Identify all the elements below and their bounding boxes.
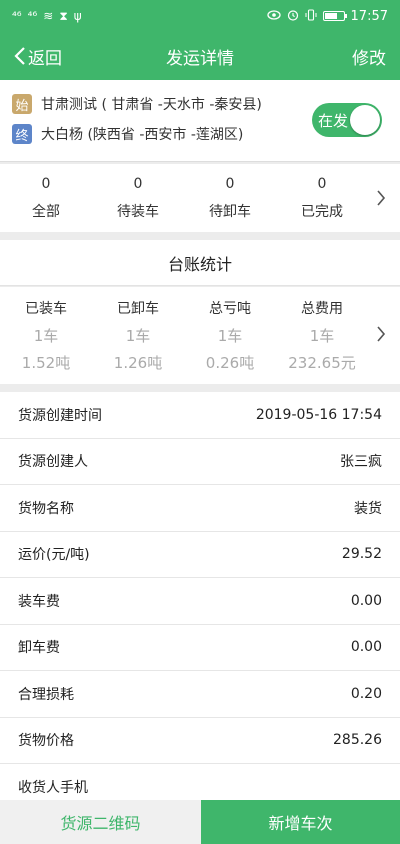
count-pending-load[interactable]: 0 待装车	[92, 164, 184, 232]
route-end: 终 大白杨 (陕西省 -西安市 -莲湖区)	[12, 124, 243, 144]
ledger-count: 1车	[309, 327, 335, 345]
detail-label: 合理损耗	[18, 686, 74, 703]
back-button[interactable]: 返回	[14, 32, 62, 80]
ledger-amount: 1.26吨	[113, 354, 163, 372]
detail-label: 运价(元/吨)	[18, 547, 90, 564]
detail-label: 货物名称	[18, 500, 74, 517]
chevron-right-icon[interactable]	[376, 189, 386, 207]
ledger-label: 总费用	[301, 301, 343, 317]
count-pending-unload[interactable]: 0 待卸车	[184, 164, 276, 232]
detail-row-loading-fee: 装车费 0.00	[0, 578, 400, 625]
toggle-knob	[350, 105, 380, 135]
battery-level	[324, 13, 338, 19]
eye-icon	[266, 9, 281, 23]
detail-row-reasonable-loss: 合理损耗 0.20	[0, 671, 400, 718]
ledger-total-loss: 总亏吨 1车 0.26吨	[184, 287, 276, 384]
count-number: 0	[317, 176, 327, 192]
detail-value: 0.20	[350, 685, 382, 702]
detail-label: 卸车费	[18, 640, 60, 657]
ledger-label: 已卸车	[117, 301, 159, 317]
add-trip-button[interactable]: 新增车次	[201, 800, 400, 844]
route-card: 始 甘肃测试 ( 甘肃省 -天水市 -秦安县) 终 大白杨 (陕西省 -西安市 …	[0, 80, 400, 162]
detail-row-unloading-fee: 卸车费 0.00	[0, 625, 400, 671]
signal-icon: ⁴⁶	[12, 9, 22, 23]
detail-label: 装车费	[18, 593, 60, 610]
bottom-action-bar: 货源二维码 新增车次	[0, 800, 400, 844]
detail-row-goods-name: 货物名称 装货	[0, 485, 400, 532]
alarm-icon	[287, 9, 299, 24]
ledger-count: 1车	[217, 327, 243, 345]
detail-value: 装货	[354, 500, 382, 517]
detail-label: 货源创建人	[18, 454, 88, 471]
detail-value: 0.00	[350, 592, 382, 609]
ledger-count: 1车	[33, 327, 59, 345]
count-label: 待卸车	[209, 204, 251, 220]
count-number: 0	[225, 176, 235, 192]
edit-button[interactable]: 修改	[352, 32, 386, 80]
start-location: 甘肃测试 ( 甘肃省 -天水市 -秦安县)	[41, 97, 262, 113]
status-bar: ⁴⁶ ⁴⁶ ≋ ⧗ ψ 17:57	[0, 0, 400, 32]
count-number: 0	[41, 176, 51, 192]
detail-value: 0.00	[350, 639, 382, 656]
wifi-icon: ≋	[43, 9, 54, 23]
ledger-unloaded: 已卸车 1车 1.26吨	[92, 287, 184, 384]
detail-value: 2019-05-16 17:54	[255, 406, 382, 423]
detail-value: 29.52	[341, 546, 382, 563]
detail-list: 货源创建时间 2019-05-16 17:54 货源创建人 张三疯 货物名称 装…	[0, 392, 400, 800]
status-bar-left: ⁴⁶ ⁴⁶ ≋ ⧗ ψ	[12, 9, 82, 24]
count-completed[interactable]: 0 已完成	[276, 164, 368, 232]
detail-label: 收货人手机	[18, 779, 88, 796]
source-qr-code-button[interactable]: 货源二维码	[0, 800, 201, 844]
ledger-label: 已装车	[25, 301, 67, 317]
status-bar-right: 17:57	[266, 8, 388, 24]
end-badge: 终	[12, 124, 32, 144]
status-counts: 0 全部 0 待装车 0 待卸车 0 已完成	[0, 164, 400, 232]
ledger-amount: 232.65元	[288, 354, 356, 372]
detail-value: 285.26	[333, 732, 382, 749]
in-transit-toggle[interactable]: 在发	[312, 103, 382, 137]
count-label: 已完成	[301, 204, 343, 220]
detail-label: 货物价格	[18, 733, 74, 750]
detail-value: 张三疯	[340, 454, 382, 471]
back-label: 返回	[28, 48, 62, 69]
ledger-amount: 0.26吨	[205, 354, 255, 372]
detail-row-creator: 货源创建人 张三疯	[0, 439, 400, 485]
signal-icon-2: ⁴⁶	[27, 9, 38, 23]
vibrate-icon	[305, 8, 317, 24]
detail-row-receiver-phone: 收货人手机	[0, 764, 400, 800]
status-time: 17:57	[350, 8, 388, 24]
app-header: 返回 发运详情 修改	[0, 32, 400, 80]
count-all[interactable]: 0 全部	[0, 164, 92, 232]
count-number: 0	[133, 176, 143, 192]
route-start: 始 甘肃测试 ( 甘肃省 -天水市 -秦安县)	[12, 94, 262, 114]
start-badge: 始	[12, 94, 32, 114]
detail-row-created-time: 货源创建时间 2019-05-16 17:54	[0, 392, 400, 439]
ledger-stats: 已装车 1车 1.52吨 已卸车 1车 1.26吨 总亏吨 1车 0.26吨 总…	[0, 287, 400, 384]
detail-row-freight-rate: 运价(元/吨) 29.52	[0, 532, 400, 578]
detail-row-goods-price: 货物价格 285.26	[0, 718, 400, 764]
ledger-label: 总亏吨	[209, 301, 251, 317]
count-label: 待装车	[117, 204, 159, 220]
page-title: 发运详情	[166, 48, 234, 69]
usb-icon: ψ	[73, 9, 82, 23]
ledger-count: 1车	[125, 327, 151, 345]
toggle-label: 在发	[318, 111, 349, 130]
ledger-amount: 1.52吨	[21, 354, 71, 372]
chevron-left-icon	[14, 47, 25, 65]
ledger-total-cost: 总费用 1车 232.65元	[276, 287, 368, 384]
ledger-title: 台账统计	[0, 240, 400, 286]
end-location: 大白杨 (陕西省 -西安市 -莲湖区)	[41, 127, 244, 143]
hourglass-icon: ⧗	[59, 8, 68, 23]
ledger-loaded: 已装车 1车 1.52吨	[0, 287, 92, 384]
detail-label: 货源创建时间	[18, 407, 102, 424]
count-label: 全部	[32, 204, 60, 220]
battery-icon	[322, 11, 347, 21]
chevron-right-icon[interactable]	[376, 325, 386, 343]
